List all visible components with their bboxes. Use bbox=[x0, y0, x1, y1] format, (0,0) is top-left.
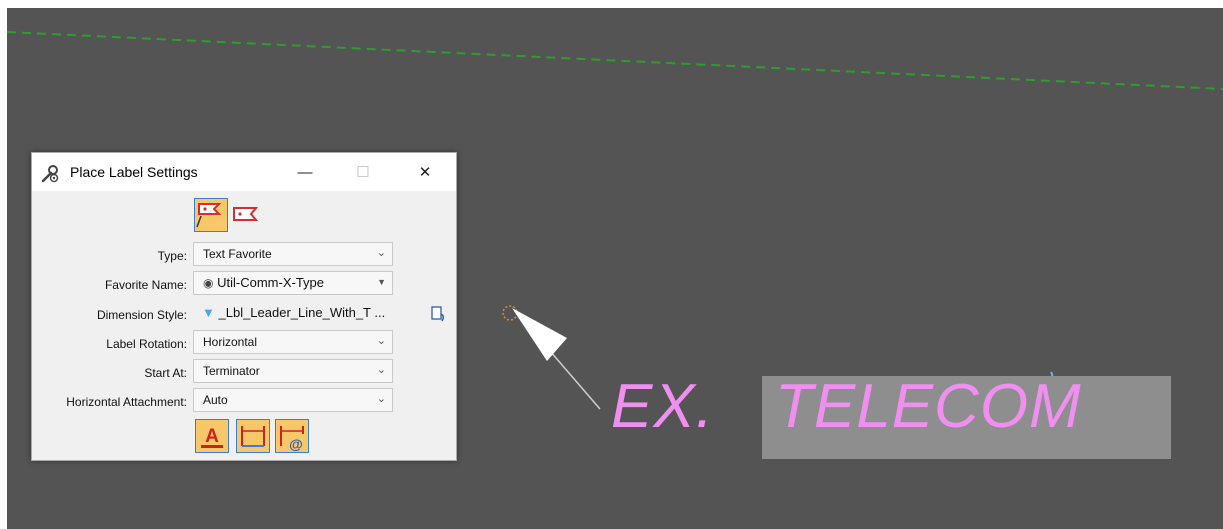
leader-arrowhead bbox=[512, 308, 567, 361]
dimension-style-field[interactable]: ▼ _Lbl_Leader_Line_With_T ... bbox=[193, 301, 393, 325]
dimension-at-attachment-button[interactable]: @ bbox=[275, 419, 309, 453]
label-rotation-value: Horizontal bbox=[203, 335, 258, 349]
caret-down-icon: ▼ bbox=[377, 277, 386, 287]
type-label: Type: bbox=[157, 249, 187, 263]
type-value: Text Favorite bbox=[203, 247, 272, 261]
chevron-down-icon: ⌄ bbox=[376, 364, 386, 376]
dimension-icon bbox=[241, 426, 265, 447]
minimize-button[interactable]: — bbox=[282, 153, 328, 191]
label-rotation-dropdown[interactable]: Horizontal ⌄ bbox=[193, 330, 393, 354]
horizontal-attachment-value: Auto bbox=[203, 393, 228, 407]
dialog-titlebar[interactable]: Place Label Settings — ☐ ✕ bbox=[32, 153, 456, 191]
letter-a-icon: A bbox=[201, 426, 223, 448]
svg-text:A: A bbox=[205, 426, 219, 447]
label-main-text[interactable]: TELECOM bbox=[775, 371, 1082, 442]
label-prefix-text[interactable]: EX. bbox=[611, 371, 714, 442]
dimension-style-value: _Lbl_Leader_Line_With_T ... bbox=[218, 305, 386, 320]
label-icon bbox=[233, 207, 259, 221]
maximize-button[interactable]: ☐ bbox=[340, 153, 386, 191]
place-label-without-leader-button[interactable] bbox=[230, 203, 264, 237]
chevron-down-icon: ⌄ bbox=[376, 247, 386, 259]
browse-dimension-style-icon[interactable] bbox=[430, 305, 446, 323]
type-dropdown[interactable]: Text Favorite ⌄ bbox=[193, 242, 393, 266]
start-at-value: Terminator bbox=[203, 364, 260, 378]
label-rotation-label: Label Rotation: bbox=[106, 337, 187, 351]
favorite-name-value: Util-Comm-X-Type bbox=[217, 275, 325, 290]
dimension-attachment-button[interactable] bbox=[236, 419, 270, 453]
favorite-name-label: Favorite Name: bbox=[104, 278, 187, 292]
dialog-title: Place Label Settings bbox=[70, 164, 198, 180]
wrench-gear-icon bbox=[41, 165, 59, 183]
favorite-name-dropdown[interactable]: ◉ Util-Comm-X-Type ▼ bbox=[193, 271, 393, 295]
dimension-at-icon: @ bbox=[280, 426, 304, 452]
close-button[interactable]: ✕ bbox=[402, 153, 448, 191]
place-label-settings-dialog: Place Label Settings — ☐ ✕ Type: Text Fa… bbox=[31, 152, 457, 461]
horizontal-attachment-dropdown[interactable]: Auto ⌄ bbox=[193, 388, 393, 412]
chevron-down-icon: ⌄ bbox=[376, 393, 386, 405]
chevron-down-icon: ⌄ bbox=[376, 335, 386, 347]
leader-start-snap bbox=[502, 305, 518, 321]
start-at-dropdown[interactable]: Terminator ⌄ bbox=[193, 359, 393, 383]
svg-text:@: @ bbox=[289, 436, 303, 452]
place-label-with-leader-button[interactable] bbox=[194, 198, 228, 232]
dimension-style-icon: ▼ bbox=[202, 305, 215, 320]
text-favorite-icon: ◉ bbox=[203, 276, 214, 290]
label-leader-icon bbox=[196, 203, 222, 228]
dashed-boundary-line bbox=[7, 31, 1223, 90]
start-at-label: Start At: bbox=[144, 366, 187, 380]
horizontal-attachment-label: Horizontal Attachment: bbox=[66, 395, 187, 409]
dimension-style-label: Dimension Style: bbox=[96, 308, 187, 322]
text-attachment-button[interactable]: A bbox=[195, 419, 229, 453]
leader-line bbox=[549, 350, 601, 410]
